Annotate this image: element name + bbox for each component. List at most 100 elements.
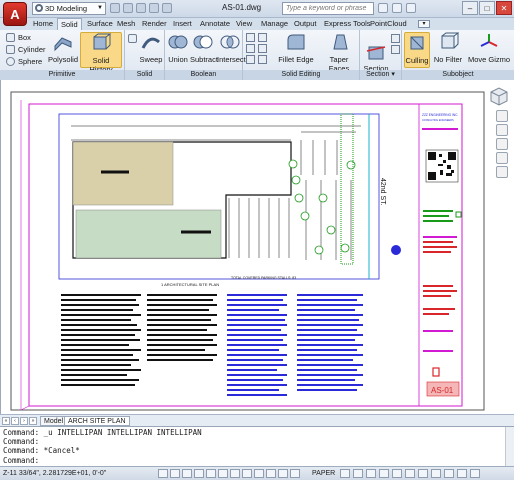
polysolid-button[interactable]: Polysolid (48, 32, 78, 64)
sweep-button[interactable]: Sweep (138, 32, 164, 64)
paper-space-toggle[interactable]: PAPER (312, 470, 335, 477)
extract-edges-icon[interactable] (246, 33, 255, 42)
star-icon[interactable] (392, 3, 402, 13)
thicken-icon[interactable] (258, 55, 267, 64)
tab-output[interactable]: Output (291, 18, 320, 30)
status-menu-icon[interactable] (457, 469, 467, 478)
maximize-button[interactable]: □ (479, 1, 495, 15)
quick-view-drawings-icon[interactable] (353, 469, 363, 478)
pan-icon[interactable] (366, 469, 376, 478)
ducs-icon[interactable] (242, 469, 252, 478)
minimize-button[interactable]: – (462, 1, 478, 15)
polysolid-icon (54, 37, 72, 52)
polar-icon[interactable] (194, 469, 204, 478)
coordinate-readout[interactable]: Z-11 33/64", 2.281729E+01, 0'-0" (3, 470, 106, 477)
tab-insert[interactable]: Insert (170, 18, 195, 30)
culling-button[interactable]: Culling (404, 32, 430, 68)
binoculars-icon[interactable] (378, 3, 388, 13)
annotation-scale-icon[interactable] (392, 469, 402, 478)
tab-mesh[interactable]: Mesh (114, 18, 138, 30)
street-label: 42nd ST. (379, 178, 386, 206)
command-window[interactable]: Command: _u INTELLIPAN INTELLIPAN INTELL… (0, 426, 514, 467)
grid-icon[interactable] (170, 469, 180, 478)
search-input[interactable] (282, 2, 374, 15)
quick-view-layouts-icon[interactable] (340, 469, 350, 478)
hardware-acceleration-icon[interactable] (431, 469, 441, 478)
orbit-icon[interactable] (495, 152, 508, 164)
last-layout-icon[interactable]: » (29, 417, 37, 425)
undo-icon[interactable] (149, 3, 159, 13)
prev-layout-icon[interactable]: ‹ (11, 417, 19, 425)
ortho-icon[interactable] (182, 469, 192, 478)
tab-arch-site-plan[interactable]: ARCH SITE PLAN (64, 416, 130, 426)
workspace-switch-icon[interactable] (405, 469, 415, 478)
slice-icon[interactable] (246, 55, 255, 64)
fillet-edge-button[interactable]: Fillet Edge (277, 32, 315, 64)
tab-manage[interactable]: Manage (258, 18, 291, 30)
section-small-tools (391, 34, 400, 54)
close-button[interactable]: ✕ (496, 1, 512, 15)
tab-solid[interactable]: Solid (57, 18, 82, 30)
redo-icon[interactable] (162, 3, 172, 13)
tab-pointcloud[interactable]: PointCloud (367, 18, 410, 30)
viewcube-icon[interactable] (487, 85, 511, 107)
layout-nav-arrows: « ‹ › » (2, 417, 37, 425)
taper-faces-button[interactable]: Taper Faces (319, 32, 359, 73)
application-menu-button[interactable]: A (3, 2, 27, 26)
box-button[interactable]: Box (6, 33, 31, 42)
tab-express-tools[interactable]: Express Tools (321, 18, 374, 30)
sphere-button[interactable]: Sphere (6, 57, 42, 66)
window-controls: – □ ✕ (462, 1, 512, 15)
command-prompt[interactable]: Command: (3, 456, 39, 465)
imprint-icon[interactable] (258, 33, 267, 42)
intersect-button[interactable]: Intersect (217, 32, 246, 64)
tab-home[interactable]: Home (30, 18, 56, 30)
open-icon[interactable] (123, 3, 133, 13)
cylinder-button[interactable]: Cylinder (6, 45, 46, 54)
lineweight-icon[interactable] (266, 469, 276, 478)
zoom-icon[interactable] (495, 138, 508, 150)
section-jog-icon[interactable] (391, 45, 400, 54)
subtract-button[interactable]: Subtract (190, 32, 218, 64)
drawing-canvas[interactable]: 42nd ST. 1 ARCHITECTURAL SITE PLAN TOTAL… (0, 80, 514, 414)
lock-icon[interactable] (418, 469, 428, 478)
chevron-down-icon: ▼ (97, 5, 103, 11)
ribbon-options-button[interactable]: ▾ (418, 20, 430, 28)
shell-icon[interactable] (258, 44, 267, 53)
help-icon[interactable] (406, 3, 416, 13)
tab-render[interactable]: Render (139, 18, 170, 30)
union-label: Union (168, 55, 188, 64)
zoom-realtime-icon[interactable] (379, 469, 389, 478)
3dosnap-icon[interactable] (218, 469, 228, 478)
next-layout-icon[interactable]: › (20, 417, 28, 425)
tab-annotate[interactable]: Annotate (197, 18, 233, 30)
pan-hand-icon[interactable] (495, 124, 508, 136)
tab-view[interactable]: View (233, 18, 255, 30)
snap-icon[interactable] (158, 469, 168, 478)
save-icon[interactable] (136, 3, 146, 13)
first-layout-icon[interactable]: « (2, 417, 10, 425)
transparency-icon[interactable] (278, 469, 288, 478)
extrude-icon[interactable] (128, 34, 137, 43)
steering-wheel-icon[interactable] (495, 110, 508, 122)
separate-icon[interactable] (246, 44, 255, 53)
live-section-icon[interactable] (391, 34, 400, 43)
tab-surface[interactable]: Surface (84, 18, 116, 30)
union-icon (168, 35, 188, 49)
move-gizmo-button[interactable]: Move Gizmo (466, 32, 512, 64)
sheet-id: AS-01 (431, 386, 454, 395)
panel-boolean: Union Subtract Intersect Boolean (165, 30, 246, 80)
quick-properties-icon[interactable] (290, 469, 300, 478)
showmotion-icon[interactable] (495, 166, 508, 178)
command-scrollbar[interactable] (505, 427, 514, 467)
dyn-icon[interactable] (254, 469, 264, 478)
otrack-icon[interactable] (230, 469, 240, 478)
osnap-icon[interactable] (206, 469, 216, 478)
solid-history-button[interactable]: Solid History (80, 32, 122, 74)
new-icon[interactable] (110, 3, 120, 13)
union-button[interactable]: Union (167, 32, 189, 64)
workspace-dropdown[interactable]: 3D Modeling ▼ (32, 2, 106, 15)
clean-screen-icon[interactable] (470, 469, 480, 478)
isolate-objects-icon[interactable] (444, 469, 454, 478)
no-filter-button[interactable]: No Filter (431, 32, 465, 64)
